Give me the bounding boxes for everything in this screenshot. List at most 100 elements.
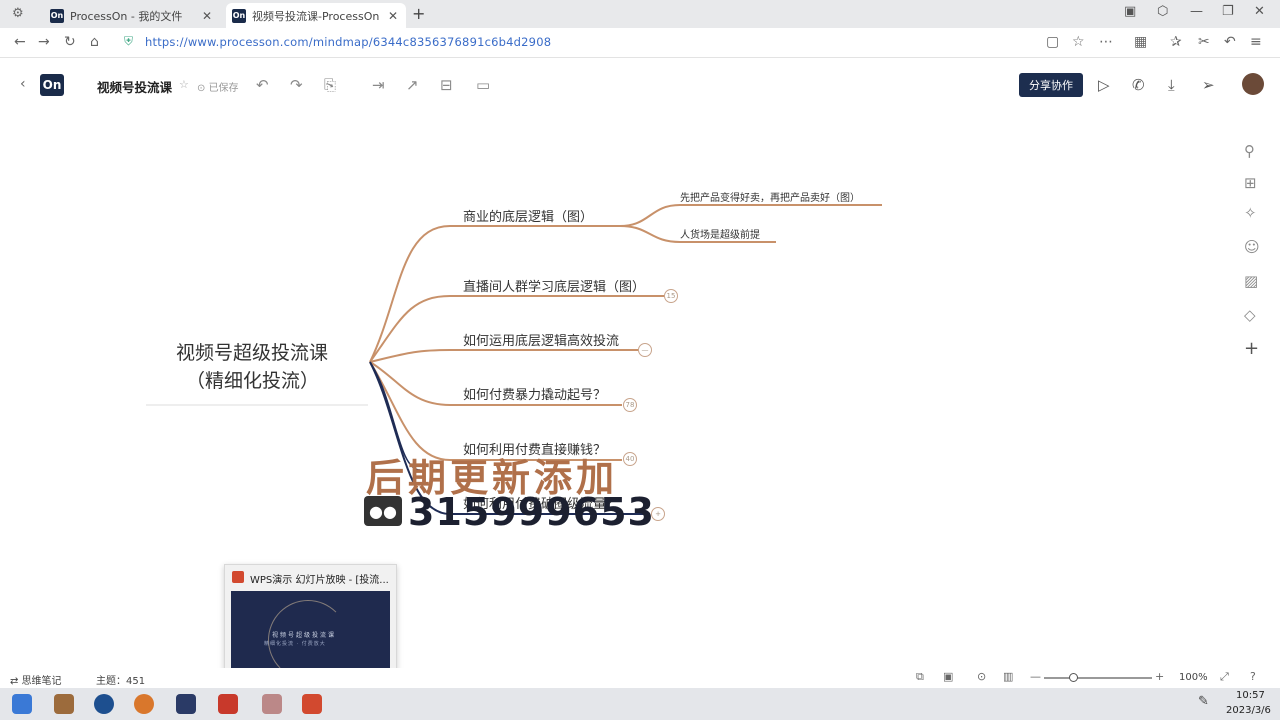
- menu-icon[interactable]: ≡: [1250, 34, 1262, 50]
- window-badge-icon[interactable]: ▣: [1124, 4, 1136, 19]
- save-status-label: 已保存: [208, 83, 239, 94]
- frame-icon[interactable]: ▭: [476, 76, 490, 94]
- root-topic-line2[interactable]: （精细化投流）: [186, 366, 319, 393]
- secure-shield-icon[interactable]: ⛨: [124, 34, 133, 49]
- zoom-slider[interactable]: [1044, 677, 1152, 679]
- back-icon[interactable]: ←: [14, 34, 26, 50]
- minimize-icon[interactable]: —: [1190, 4, 1203, 19]
- processon-logo[interactable]: On: [40, 74, 64, 96]
- wps-writer-icon[interactable]: [218, 694, 238, 714]
- branch-topic[interactable]: 商业的底层逻辑（图）: [463, 206, 593, 225]
- processon-favicon-icon: On: [232, 8, 246, 23]
- locate-icon[interactable]: ⊙: [977, 670, 986, 683]
- zoom-level: 100%: [1179, 672, 1208, 683]
- clock-date[interactable]: 2023/3/6: [1226, 705, 1271, 716]
- tab-current-document[interactable]: On 视频号投流课-ProcessOn ✕: [226, 3, 406, 28]
- structure-icon[interactable]: ⊞: [1244, 174, 1257, 192]
- branch-topic[interactable]: 如何付费暴力撬动起号？: [463, 384, 606, 403]
- share-button[interactable]: 分享协作: [1019, 73, 1083, 97]
- reload-icon[interactable]: ↻: [64, 34, 76, 50]
- shirt-skin-icon[interactable]: ⬡: [1157, 4, 1168, 19]
- bookmark-star-icon[interactable]: ☆: [1072, 34, 1085, 50]
- style-icon[interactable]: ⚲: [1244, 142, 1255, 160]
- pen-icon[interactable]: ✎: [1198, 694, 1209, 709]
- tab-my-files[interactable]: On ProcessOn - 我的文件 ✕: [44, 3, 220, 28]
- outline-icon[interactable]: ⧉: [916, 670, 924, 684]
- insert-topic-icon[interactable]: ⇥: [372, 76, 385, 94]
- help-icon[interactable]: ?: [1250, 670, 1256, 683]
- emoji-icon[interactable]: ☺: [1244, 238, 1260, 256]
- download-icon[interactable]: ⤓: [1168, 76, 1175, 94]
- wechat-icon: ●●: [364, 496, 402, 526]
- zoom-in-icon[interactable]: +: [1155, 670, 1164, 683]
- sub-topic[interactable]: 人货场是超级前提: [680, 226, 760, 241]
- tab-label: 视频号投流课-ProcessOn: [252, 9, 380, 23]
- collapse-count-badge[interactable]: 40: [623, 452, 637, 466]
- map-icon[interactable]: ▥: [1003, 670, 1013, 683]
- favorites-icon[interactable]: ✰: [1170, 34, 1182, 50]
- more-icon[interactable]: ⋯: [1099, 34, 1113, 50]
- file-explorer-icon[interactable]: [54, 694, 74, 714]
- root-topic-line1[interactable]: 视频号超级投流课: [176, 338, 328, 365]
- branch-topic[interactable]: 如何运用底层逻辑高效投流: [463, 330, 619, 349]
- save-status: ⊙ 已保存: [197, 83, 239, 94]
- collapse-count-badge[interactable]: 78: [623, 398, 637, 412]
- browser-app-icon[interactable]: [134, 694, 154, 714]
- favorite-star-icon[interactable]: ☆: [179, 78, 189, 91]
- new-tab-icon[interactable]: +: [412, 4, 425, 23]
- collapse-count-badge[interactable]: 15: [664, 289, 678, 303]
- fullscreen-icon[interactable]: ⤢: [1220, 670, 1229, 684]
- branch-topic[interactable]: 直播间人群学习底层逻辑（图）: [463, 276, 645, 295]
- branch-connector: [369, 349, 638, 363]
- sub-topic[interactable]: 先把产品变得好卖，再把产品卖好（图）: [680, 189, 860, 204]
- relation-line-icon[interactable]: ↗: [406, 76, 419, 94]
- browser-menu-icon[interactable]: ⚙: [12, 6, 24, 21]
- wechat-app-icon[interactable]: [262, 694, 282, 714]
- mind-notes-label: 思维笔记: [21, 676, 62, 687]
- back-chevron-icon[interactable]: ‹: [20, 76, 26, 92]
- url-field[interactable]: https://www.processon.com/mindmap/6344c8…: [145, 35, 551, 49]
- avatar[interactable]: [1242, 73, 1264, 95]
- scissors-icon[interactable]: ✂: [1198, 34, 1210, 50]
- theme-icon[interactable]: ✧: [1244, 204, 1257, 222]
- sub-connector: [619, 204, 882, 227]
- apps-grid-icon[interactable]: ▦: [1134, 34, 1147, 50]
- document-title[interactable]: 视频号投流课: [97, 77, 172, 96]
- home-icon[interactable]: ⌂: [90, 34, 99, 50]
- clock-time[interactable]: 10:57: [1236, 690, 1265, 701]
- undo-history-icon[interactable]: ↶: [1224, 34, 1236, 50]
- thumbnail-subtext: 精细化投流 · 付费放大: [264, 641, 326, 647]
- close-tab-icon[interactable]: ✕: [388, 9, 398, 23]
- image-icon[interactable]: ▨: [1244, 272, 1258, 290]
- send-icon[interactable]: ➢: [1202, 76, 1215, 94]
- windows-start-icon[interactable]: [12, 694, 32, 714]
- mind-notes-toggle[interactable]: ⇄ 思维笔记: [10, 672, 62, 687]
- phone-icon[interactable]: ✆: [1132, 76, 1145, 94]
- tab-label: ProcessOn - 我的文件: [70, 9, 183, 23]
- close-tab-icon[interactable]: ✕: [202, 9, 212, 23]
- present-icon[interactable]: ▷: [1098, 76, 1110, 94]
- popup-title: WPS演示 幻灯片放映 - [投流...: [250, 575, 389, 586]
- processon-favicon-icon: On: [50, 8, 64, 23]
- wps-presentation-taskbar-icon[interactable]: [302, 694, 322, 714]
- forward-icon[interactable]: →: [38, 34, 50, 50]
- collapse-toggle-badge[interactable]: —: [638, 343, 652, 357]
- add-icon[interactable]: +: [1244, 338, 1259, 359]
- restore-icon[interactable]: ❐: [1222, 4, 1234, 19]
- format-painter-icon[interactable]: ⎘: [324, 76, 336, 94]
- undo-icon[interactable]: ↶: [256, 76, 269, 94]
- fit-frame-icon[interactable]: ▣: [943, 670, 953, 683]
- processon-app-icon[interactable]: [176, 694, 196, 714]
- tag-icon[interactable]: ◇: [1244, 306, 1256, 324]
- edge-browser-icon[interactable]: [94, 694, 114, 714]
- branch-connector: [369, 295, 664, 363]
- clipboard-icon[interactable]: ▢: [1046, 34, 1059, 50]
- app-toolbar: [0, 62, 1280, 108]
- close-window-icon[interactable]: ✕: [1254, 4, 1265, 19]
- topic-count: 主题：451: [96, 676, 146, 687]
- summary-icon[interactable]: ⊟: [440, 76, 453, 94]
- zoom-slider-handle[interactable]: [1069, 673, 1078, 682]
- redo-icon[interactable]: ↷: [290, 76, 303, 94]
- zoom-out-icon[interactable]: —: [1030, 670, 1041, 683]
- thumbnail-text: 视频号超级投流课: [272, 632, 337, 639]
